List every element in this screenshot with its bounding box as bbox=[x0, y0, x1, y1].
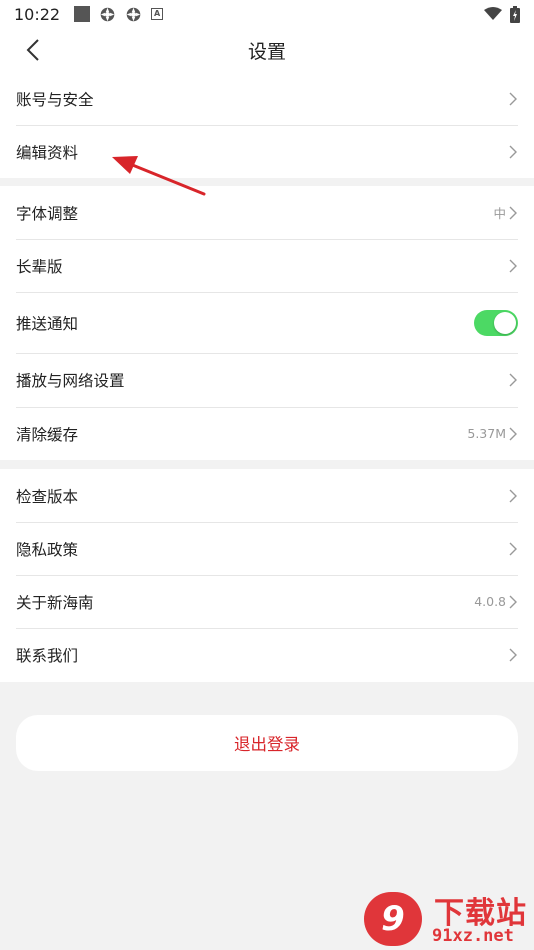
setting-row-check-version[interactable]: 检查版本 bbox=[0, 469, 534, 522]
chevron-right-icon bbox=[509, 145, 517, 158]
setting-label: 隐私政策 bbox=[16, 540, 79, 559]
setting-row-edit-profile[interactable]: 编辑资料 bbox=[0, 125, 534, 178]
push-notification-toggle[interactable] bbox=[474, 309, 518, 336]
chevron-right-icon bbox=[509, 206, 517, 219]
logout-label: 退出登录 bbox=[234, 735, 300, 754]
setting-label: 联系我们 bbox=[16, 647, 79, 665]
watermark-logo: 9 bbox=[364, 892, 422, 946]
status-right-icons bbox=[484, 5, 520, 23]
setting-label: 检查版本 bbox=[16, 487, 79, 506]
setting-row-about[interactable]: 关于新海南 4.0.8 bbox=[0, 575, 534, 628]
toggle-knob bbox=[494, 311, 516, 334]
setting-row-playback-network[interactable]: 播放与网络设置 bbox=[0, 353, 534, 407]
setting-label: 字体调整 bbox=[16, 204, 79, 223]
settings-group-about: 检查版本 隐私政策 关于新海南 4.0.8 联系我们 bbox=[0, 469, 534, 682]
chevron-right-icon bbox=[509, 427, 517, 440]
gear-icon bbox=[126, 7, 141, 21]
status-time: 10:22 bbox=[14, 4, 61, 24]
gear-icon bbox=[100, 7, 115, 21]
chevron-right-icon bbox=[509, 259, 517, 272]
wifi-icon bbox=[484, 7, 502, 20]
battery-icon bbox=[510, 5, 520, 23]
setting-label: 推送通知 bbox=[16, 314, 79, 333]
setting-row-elder-mode[interactable]: 长辈版 bbox=[0, 239, 534, 292]
page-title: 设置 bbox=[247, 41, 286, 63]
chevron-right-icon bbox=[509, 595, 517, 608]
setting-row-account-security[interactable]: 账号与安全 bbox=[0, 72, 534, 125]
chevron-right-icon bbox=[509, 648, 517, 662]
settings-group-preferences: 字体调整 中 长辈版 推送通知 播放与网络设置 清除缓存 5.37M bbox=[0, 186, 534, 460]
setting-row-font-size[interactable]: 字体调整 中 bbox=[0, 186, 534, 239]
setting-row-push-notification: 推送通知 bbox=[0, 292, 534, 353]
settings-group-account: 账号与安全 编辑资料 bbox=[0, 72, 534, 178]
setting-label: 清除缓存 bbox=[16, 425, 79, 444]
status-bar: 10:22 A bbox=[0, 0, 534, 28]
watermark: 9 下载站 91xz.net bbox=[360, 888, 534, 950]
setting-row-privacy-policy[interactable]: 隐私政策 bbox=[0, 522, 534, 575]
status-icons: A bbox=[74, 6, 164, 23]
chevron-right-icon bbox=[509, 373, 517, 387]
setting-value: 5.37M bbox=[467, 426, 506, 441]
chevron-right-icon bbox=[509, 489, 517, 502]
chevron-right-icon bbox=[509, 542, 517, 555]
setting-row-clear-cache[interactable]: 清除缓存 5.37M bbox=[0, 407, 534, 460]
setting-value: 4.0.8 bbox=[474, 594, 506, 609]
top-app-bar: 设置 bbox=[0, 28, 534, 72]
setting-label: 播放与网络设置 bbox=[16, 372, 125, 390]
a-icon: A bbox=[151, 8, 164, 20]
watermark-url: 91xz.net bbox=[432, 926, 514, 946]
setting-row-contact-us[interactable]: 联系我们 bbox=[0, 628, 534, 682]
setting-label: 关于新海南 bbox=[16, 593, 94, 612]
setting-value: 中 bbox=[493, 206, 506, 221]
chevron-right-icon bbox=[509, 92, 517, 105]
square-icon bbox=[74, 6, 91, 22]
logout-button[interactable]: 退出登录 bbox=[16, 715, 518, 771]
setting-label: 编辑资料 bbox=[16, 143, 79, 162]
setting-label: 长辈版 bbox=[16, 257, 63, 276]
setting-label: 账号与安全 bbox=[16, 90, 94, 109]
